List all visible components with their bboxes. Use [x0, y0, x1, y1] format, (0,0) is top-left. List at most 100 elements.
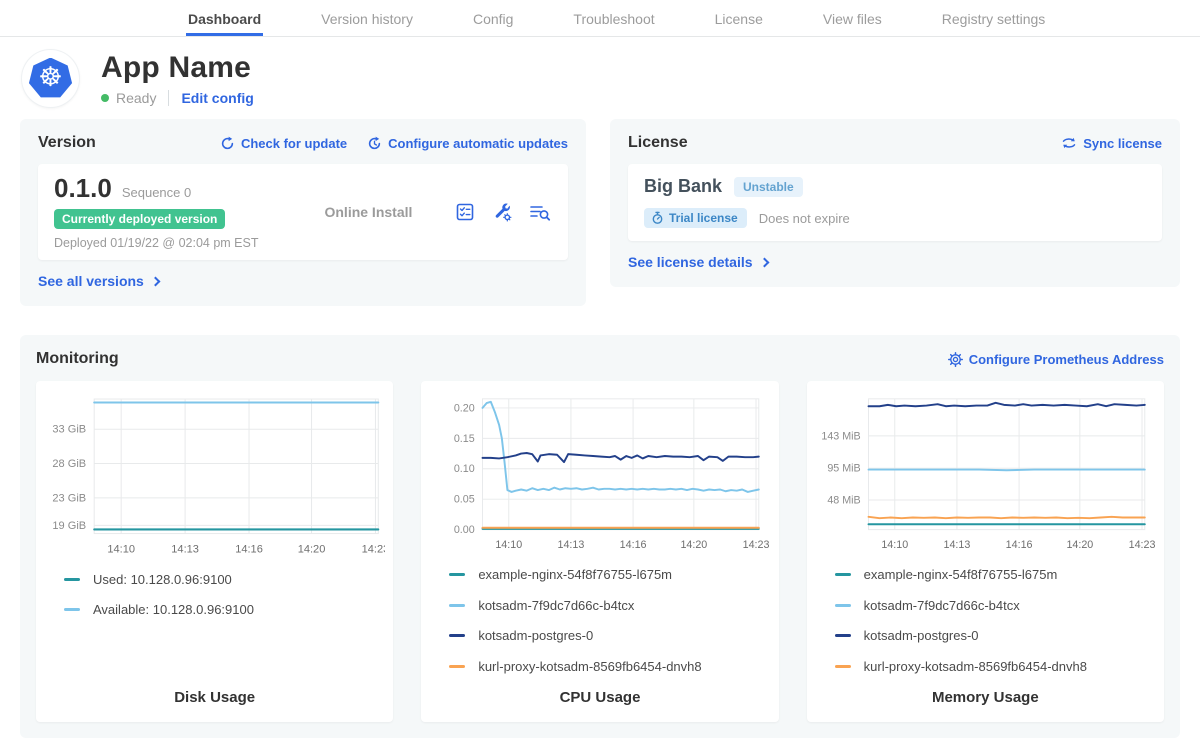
svg-text:14:10: 14:10: [496, 539, 523, 551]
legend-item: kurl-proxy-kotsadm-8569fb6454-dnvh8: [449, 659, 770, 674]
disk-usage-chart: 33 GiB 28 GiB 23 GiB 19 GiB 14:10 14:13 14:16 1…: [44, 391, 385, 560]
see-license-details-link[interactable]: See license details: [628, 254, 768, 270]
legend-item: kotsadm-postgres-0: [449, 628, 770, 643]
svg-text:14:16: 14:16: [235, 544, 263, 556]
legend-swatch-icon: [64, 608, 80, 611]
view-logs-icon[interactable]: [528, 201, 552, 223]
legend-item: Available: 10.128.0.96:9100: [64, 602, 385, 617]
svg-text:14:23: 14:23: [362, 544, 386, 556]
configure-prometheus-link[interactable]: Configure Prometheus Address: [948, 352, 1164, 367]
version-number: 0.1.0: [54, 173, 112, 204]
tab-license[interactable]: License: [713, 1, 765, 36]
legend-item: kurl-proxy-kotsadm-8569fb6454-dnvh8: [835, 659, 1156, 674]
divider: [168, 90, 169, 106]
legend-swatch-icon: [449, 665, 465, 668]
svg-text:14:13: 14:13: [558, 539, 585, 551]
edit-config-link[interactable]: Edit config: [181, 90, 253, 106]
sync-arrows-icon: [1061, 136, 1077, 150]
see-all-versions-link[interactable]: See all versions: [38, 273, 159, 289]
nav-tabs: Dashboard Version history Config Troublesho…: [186, 1, 1047, 36]
memory-usage-chart-card: 143 MiB95 MiB48 MiB14:1014:1314:1614:201…: [807, 381, 1164, 722]
svg-text:14:23: 14:23: [1128, 539, 1155, 551]
legend-label: kotsadm-postgres-0: [864, 628, 979, 643]
svg-text:0.10: 0.10: [454, 463, 475, 475]
svg-text:14:13: 14:13: [171, 544, 199, 556]
svg-text:14:13: 14:13: [943, 539, 970, 551]
legend-label: kotsadm-7f9dc7d66c-b4tcx: [864, 598, 1020, 613]
svg-text:33 GiB: 33 GiB: [52, 424, 86, 436]
tab-registry-settings[interactable]: Registry settings: [940, 1, 1047, 36]
legend-label: kotsadm-postgres-0: [478, 628, 593, 643]
license-card: License Sync license Big Bank Unstable: [610, 119, 1180, 287]
disk-usage-legend: Used: 10.128.0.96:9100 Available: 10.128.…: [64, 572, 385, 633]
legend-label: kotsadm-7f9dc7d66c-b4tcx: [478, 598, 634, 613]
disk-usage-chart-card: 33 GiB 28 GiB 23 GiB 19 GiB 14:10 14:13 14:16 1…: [36, 381, 393, 722]
legend-label: example-nginx-54f8f76755-l675m: [478, 567, 672, 582]
legend-swatch-icon: [835, 665, 851, 668]
svg-text:0.15: 0.15: [454, 433, 475, 445]
monitoring-title: Monitoring: [36, 350, 119, 368]
install-type-label: Online Install: [324, 204, 412, 220]
legend-swatch-icon: [449, 604, 465, 607]
tab-dashboard[interactable]: Dashboard: [186, 1, 263, 36]
app-logo: ☸: [22, 50, 79, 107]
check-for-update-link[interactable]: Check for update: [220, 136, 347, 151]
channel-badge: Unstable: [734, 177, 803, 197]
svg-text:14:20: 14:20: [1066, 539, 1093, 551]
chevron-right-icon: [759, 257, 769, 267]
legend-item: Used: 10.128.0.96:9100: [64, 572, 385, 587]
tab-version-history[interactable]: Version history: [319, 1, 415, 36]
edit-config-tools-icon[interactable]: [491, 201, 513, 223]
top-nav: Dashboard Version history Config Troublesho…: [0, 0, 1200, 37]
tab-view-files[interactable]: View files: [821, 1, 884, 36]
svg-text:0.20: 0.20: [454, 402, 475, 414]
svg-text:19 GiB: 19 GiB: [52, 520, 86, 532]
tab-troubleshoot[interactable]: Troubleshoot: [571, 1, 656, 36]
memory-usage-chart: 143 MiB95 MiB48 MiB14:1014:1314:1614:201…: [815, 391, 1156, 555]
expiry-label: Does not expire: [759, 211, 850, 226]
legend-swatch-icon: [835, 634, 851, 637]
svg-text:14:23: 14:23: [743, 539, 770, 551]
version-card-title: Version: [38, 134, 96, 152]
svg-text:0.05: 0.05: [454, 494, 475, 506]
chart-title: Memory Usage: [815, 689, 1156, 709]
app-status: Ready: [116, 90, 156, 106]
gear-icon: [948, 352, 963, 367]
configure-automatic-updates-link[interactable]: Configure automatic updates: [367, 136, 568, 151]
cpu-usage-chart-card: 0.20 0.15 0.10 0.05 0.00 14:10 14:13 14:16 14:20…: [421, 381, 778, 722]
svg-text:48 MiB: 48 MiB: [827, 494, 860, 506]
legend-item: kotsadm-7f9dc7d66c-b4tcx: [449, 598, 770, 613]
current-version-panel: 0.1.0 Sequence 0 Currently deployed vers…: [38, 164, 568, 260]
deployed-badge: Currently deployed version: [54, 209, 225, 229]
svg-text:14:16: 14:16: [620, 539, 647, 551]
legend-swatch-icon: [449, 634, 465, 637]
cpu-usage-legend: example-nginx-54f8f76755-l675m kotsadm-7f…: [449, 567, 770, 689]
legend-label: example-nginx-54f8f76755-l675m: [864, 567, 1058, 582]
legend-item: example-nginx-54f8f76755-l675m: [449, 567, 770, 582]
legend-item: kotsadm-7f9dc7d66c-b4tcx: [835, 598, 1156, 613]
cpu-usage-chart: 0.20 0.15 0.10 0.05 0.00 14:10 14:13 14:16 14:20…: [429, 391, 770, 555]
schedule-update-icon: [367, 136, 382, 151]
app-header: ☸ App Name Ready Edit config: [0, 37, 1200, 107]
sync-license-link[interactable]: Sync license: [1061, 136, 1162, 151]
stopwatch-icon: [651, 211, 664, 225]
legend-label: Available: 10.128.0.96:9100: [93, 602, 254, 617]
chevron-right-icon: [150, 276, 160, 286]
legend-label: kurl-proxy-kotsadm-8569fb6454-dnvh8: [864, 659, 1087, 674]
svg-text:95 MiB: 95 MiB: [827, 463, 860, 475]
legend-label: kurl-proxy-kotsadm-8569fb6454-dnvh8: [478, 659, 701, 674]
monitoring-section: Monitoring Configure Prometheus Address …: [20, 335, 1180, 738]
svg-text:23 GiB: 23 GiB: [52, 492, 86, 504]
svg-text:14:20: 14:20: [681, 539, 708, 551]
page-title: App Name: [101, 51, 254, 85]
preflight-checks-icon[interactable]: [454, 201, 476, 223]
deployed-timestamp: Deployed 01/19/22 @ 02:04 pm EST: [54, 236, 258, 250]
customer-name: Big Bank: [644, 176, 722, 197]
tab-config[interactable]: Config: [471, 1, 515, 36]
svg-text:0.00: 0.00: [454, 524, 475, 536]
legend-swatch-icon: [449, 573, 465, 576]
svg-text:14:10: 14:10: [107, 544, 135, 556]
legend-swatch-icon: [64, 578, 80, 581]
legend-item: example-nginx-54f8f76755-l675m: [835, 567, 1156, 582]
svg-text:28 GiB: 28 GiB: [52, 458, 86, 470]
